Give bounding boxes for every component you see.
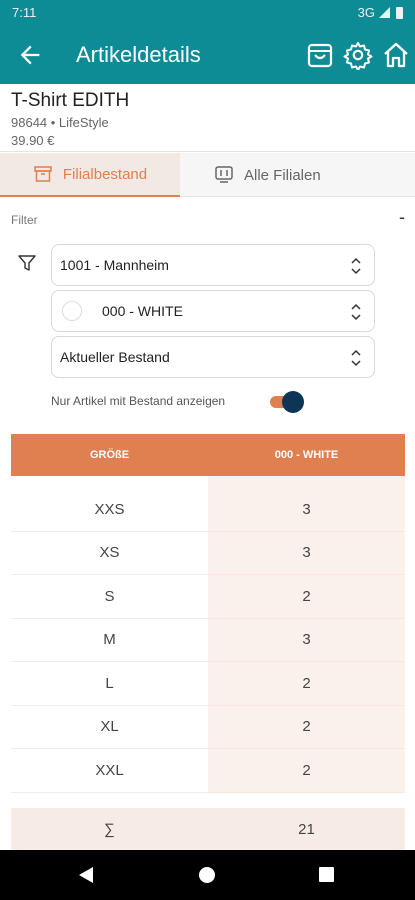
- qty-cell: 3: [208, 488, 405, 532]
- stock-table: GRÖßE 000 - WHITE XXS 3 XS 3 S 2 M 3 L 2…: [11, 434, 405, 793]
- product-header: T-Shirt EDITH 98644 • LifeStyle 39.90 €: [0, 84, 415, 152]
- table-header: GRÖßE 000 - WHITE: [11, 434, 405, 476]
- color-select-value: 000 - WHITE: [102, 303, 183, 319]
- qty-cell: 2: [208, 662, 405, 706]
- chevron-updown-icon: [351, 303, 361, 321]
- size-cell: XL: [11, 706, 208, 749]
- tab-filialbestand[interactable]: Filialbestand: [0, 153, 180, 197]
- product-name: T-Shirt EDITH: [11, 90, 130, 111]
- filter-label: Filter: [11, 213, 38, 227]
- size-cell: XXS: [11, 488, 208, 532]
- page-title: Artikeldetails: [76, 42, 201, 67]
- table-row: XXS 3: [11, 488, 405, 532]
- nav-recents-icon[interactable]: [319, 867, 334, 882]
- home-icon[interactable]: [381, 40, 411, 70]
- table-row: S 2: [11, 575, 405, 619]
- sum-value: 21: [298, 820, 315, 838]
- stores-icon: [215, 166, 233, 183]
- color-select[interactable]: 000 - WHITE: [51, 290, 375, 332]
- size-cell: M: [11, 619, 208, 662]
- toggle-knob: [282, 391, 304, 413]
- stock-only-row: Nur Artikel mit Bestand anzeigen: [51, 390, 411, 413]
- box-icon: [34, 166, 52, 182]
- tab-bar: Filialbestand Alle Filialen: [0, 153, 415, 197]
- filter-icon: [18, 255, 36, 271]
- table-body: XXS 3 XS 3 S 2 M 3 L 2 XL 2 XXL 2: [11, 488, 405, 793]
- header-size: GRÖßE: [89, 449, 130, 461]
- network-type: 3G: [357, 5, 375, 20]
- tab-label: Alle Filialen: [244, 166, 321, 184]
- table-row: XS 3: [11, 531, 405, 575]
- chevron-updown-icon: [351, 349, 361, 367]
- product-meta: 98644 • LifeStyle: [11, 115, 109, 130]
- qty-cell: 3: [208, 531, 405, 575]
- size-cell: XS: [11, 532, 208, 575]
- signal-icon: [379, 7, 390, 18]
- nav-home-icon[interactable]: [199, 867, 215, 883]
- system-nav-bar: [0, 850, 415, 900]
- chevron-updown-icon: [351, 257, 361, 275]
- arrow-back-icon[interactable]: [16, 41, 44, 69]
- stock-type-select[interactable]: Aktueller Bestand: [51, 336, 375, 378]
- gear-icon[interactable]: [343, 40, 373, 70]
- app-bar: Artikeldetails: [0, 26, 415, 84]
- table-row: L 2: [11, 662, 405, 706]
- table-spacer: [11, 476, 405, 488]
- status-time: 7:11: [12, 5, 37, 20]
- sum-symbol: ∑: [104, 820, 115, 838]
- tab-alle-filialen[interactable]: Alle Filialen: [180, 153, 415, 197]
- size-cell: L: [11, 662, 208, 706]
- stock-only-toggle[interactable]: [268, 391, 304, 413]
- stock-only-label: Nur Artikel mit Bestand anzeigen: [51, 394, 226, 408]
- table-row: XXL 2: [11, 749, 405, 793]
- stock-type-value: Aktueller Bestand: [60, 349, 170, 365]
- table-row: M 3: [11, 618, 405, 662]
- product-price: 39.90 €: [11, 133, 55, 148]
- filter-collapse-button[interactable]: -: [399, 207, 405, 228]
- tab-label: Filialbestand: [62, 165, 148, 183]
- shopping-bag-icon[interactable]: [305, 40, 335, 70]
- header-color: 000 - WHITE: [274, 449, 339, 461]
- status-icons: 3G: [358, 5, 403, 20]
- size-cell: S: [11, 575, 208, 619]
- table-row: XL 2: [11, 705, 405, 749]
- qty-cell: 2: [208, 575, 405, 619]
- qty-cell: 2: [208, 705, 405, 749]
- store-select-value: 1001 - Mannheim: [60, 257, 169, 273]
- qty-cell: 3: [208, 618, 405, 662]
- size-cell: XXL: [11, 749, 208, 793]
- qty-cell: 2: [208, 749, 405, 793]
- status-bar: 7:11 3G: [0, 0, 415, 26]
- appbar-actions: [305, 40, 411, 70]
- color-swatch: [62, 301, 82, 321]
- nav-back-icon[interactable]: [79, 867, 93, 883]
- battery-icon: [396, 6, 403, 19]
- table-sum-row: ∑ 21: [11, 808, 405, 850]
- store-select[interactable]: 1001 - Mannheim: [51, 244, 375, 286]
